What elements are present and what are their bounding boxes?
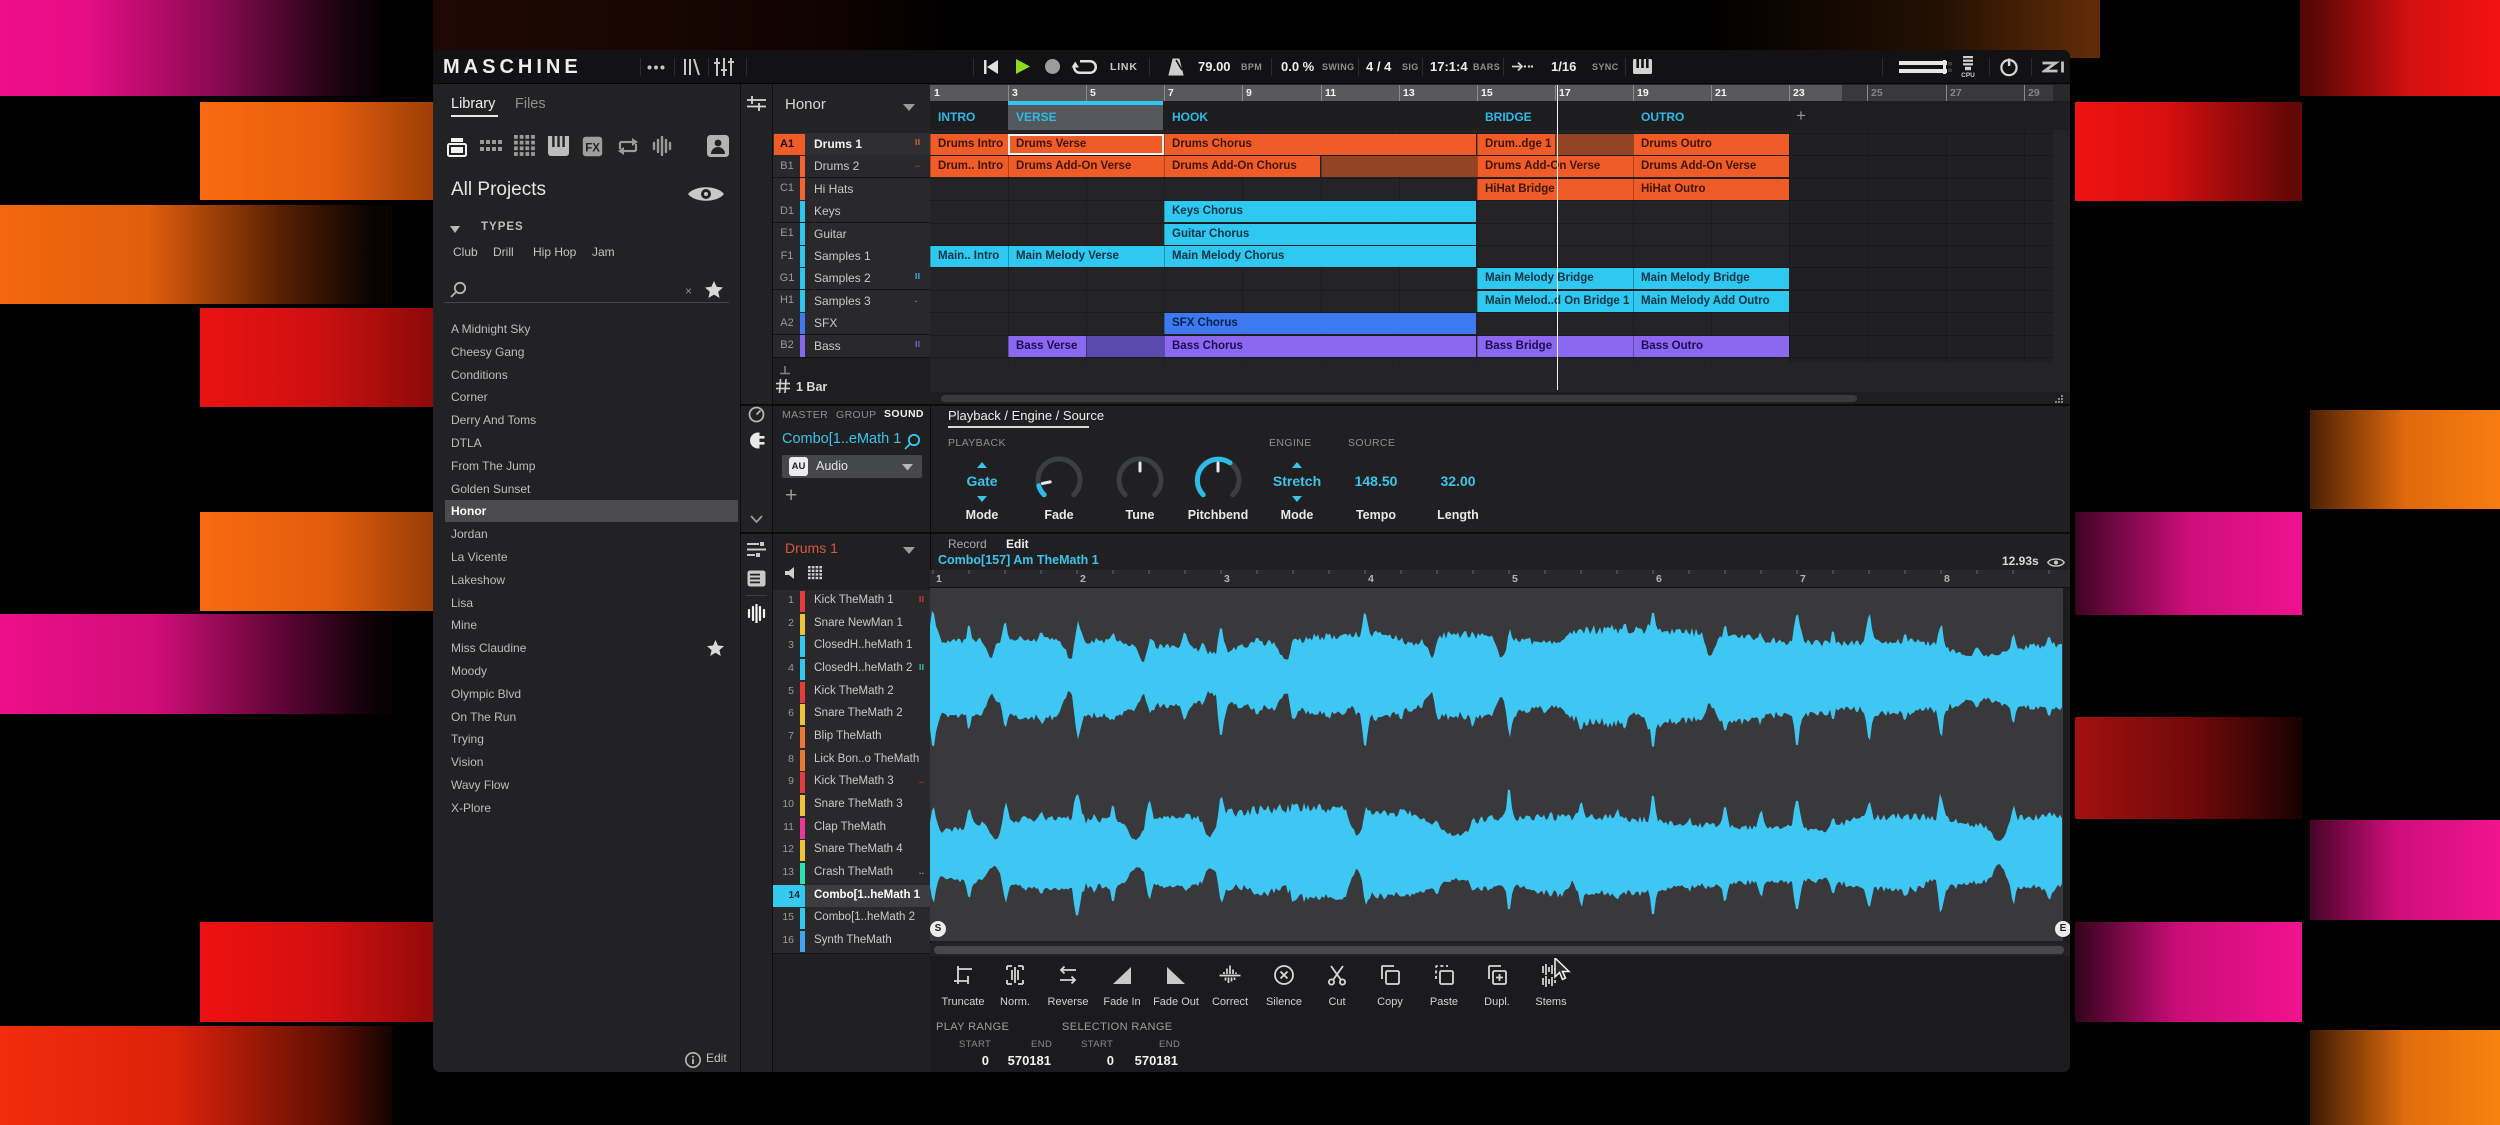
svg-text:FX: FX bbox=[585, 142, 600, 154]
svg-text:CPU: CPU bbox=[1961, 72, 1975, 78]
